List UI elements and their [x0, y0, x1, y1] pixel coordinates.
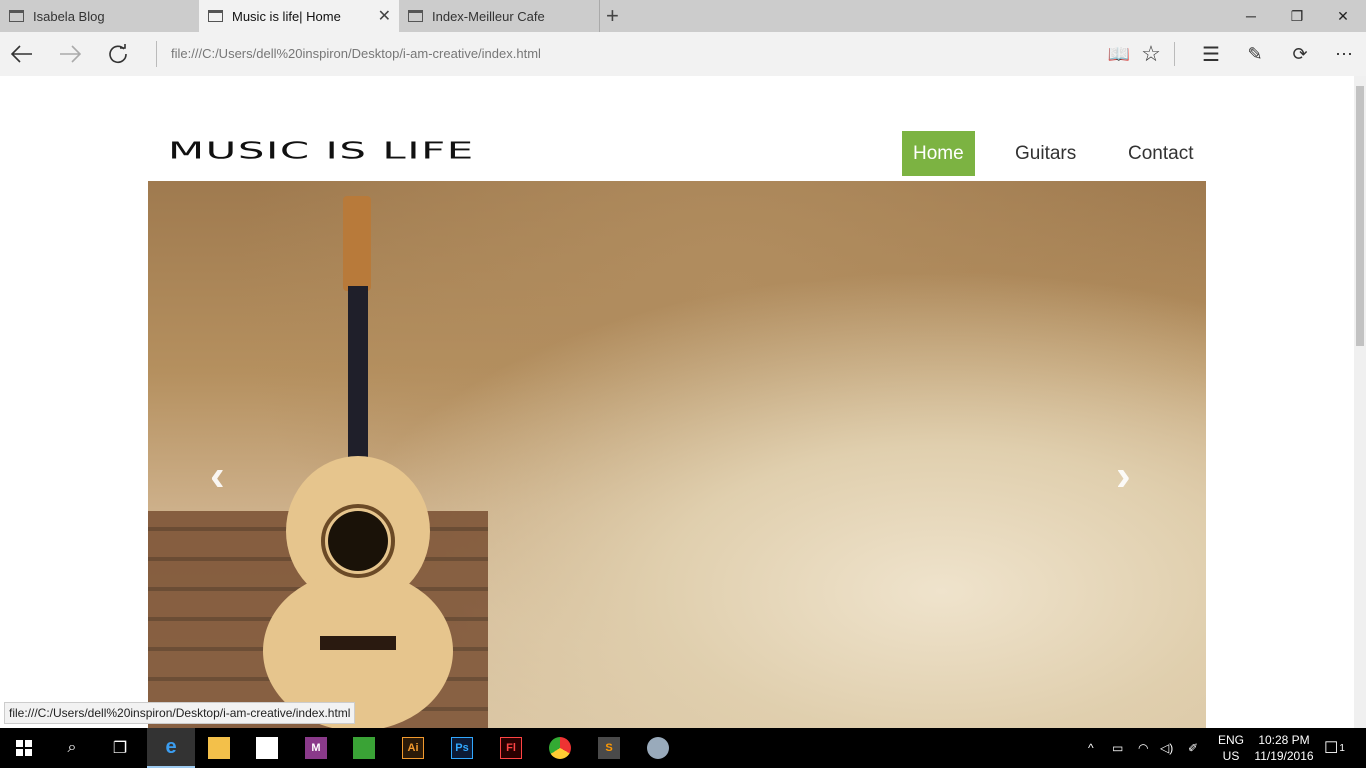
guitar-image: [263, 196, 453, 728]
nav-home[interactable]: Home: [902, 131, 975, 176]
page-icon: [408, 10, 423, 22]
close-window-button[interactable]: ✕: [1320, 0, 1366, 32]
notification-count: 1: [1339, 742, 1345, 754]
web-note-icon[interactable]: ✎: [1233, 32, 1277, 76]
refresh-icon: [109, 44, 127, 64]
web-page: MUSIC IS LIFE Home Guitars Contact ‹ ›: [0, 76, 1354, 728]
paint-icon[interactable]: [634, 728, 682, 768]
page-icon: [9, 10, 24, 22]
pen-icon[interactable]: ✐: [1188, 728, 1198, 768]
malwarebytes-icon[interactable]: M: [292, 728, 340, 768]
file-explorer-icon[interactable]: [195, 728, 243, 768]
tab-meilleur-cafe[interactable]: Index-Meilleur Cafe: [399, 0, 600, 32]
task-view-icon[interactable]: ❐: [96, 728, 144, 768]
new-tab-button[interactable]: +: [606, 3, 619, 29]
scrollbar-thumb[interactable]: [1356, 86, 1364, 346]
tab-title: Index-Meilleur Cafe: [432, 8, 545, 24]
site-logo[interactable]: MUSIC IS LIFE: [168, 138, 475, 164]
chrome-icon[interactable]: [536, 728, 584, 768]
address-bar[interactable]: file:///C:/Users/dell%20inspiron/Desktop…: [156, 41, 1096, 67]
illustrator-icon[interactable]: Ai: [389, 728, 437, 768]
action-center-icon[interactable]: ☐ 1: [1324, 728, 1345, 768]
page-icon: [208, 10, 223, 22]
language-indicator[interactable]: ENG US: [1218, 728, 1244, 768]
battery-icon[interactable]: ▭: [1112, 728, 1123, 768]
forward-button[interactable]: [48, 32, 92, 76]
hub-icon[interactable]: ☰: [1189, 32, 1233, 76]
time-text: 10:28 PM: [1258, 733, 1310, 747]
nav-contact[interactable]: Contact: [1128, 131, 1193, 176]
wifi-icon[interactable]: ◠: [1138, 728, 1148, 768]
restore-button[interactable]: ❐: [1274, 0, 1320, 32]
tab-isabela-blog[interactable]: Isabela Blog: [0, 0, 199, 32]
search-icon[interactable]: ⌕: [48, 728, 96, 768]
minimize-button[interactable]: ─: [1228, 0, 1274, 32]
photoshop-icon[interactable]: Ps: [438, 728, 486, 768]
back-arrow-icon: [11, 45, 32, 63]
camtasia-icon[interactable]: [340, 728, 388, 768]
taskbar: ⌕ ❐ e M Ai Ps Fl S ^ ▭ ◠ ◁) ✐ ENG US 10:…: [0, 728, 1366, 768]
share-icon[interactable]: ⟳: [1278, 32, 1322, 76]
divider: [1174, 42, 1175, 66]
tab-title: Music is life| Home: [232, 8, 341, 24]
notification-icon: ☐: [1324, 740, 1339, 757]
clock[interactable]: 10:28 PM 11/19/2016: [1252, 728, 1316, 768]
tab-music-is-life[interactable]: Music is life| Home ✕: [199, 0, 399, 32]
status-bar-url: file:///C:/Users/dell%20inspiron/Desktop…: [4, 702, 356, 724]
windows-icon: [16, 740, 32, 756]
refresh-button[interactable]: [96, 32, 140, 76]
tab-title: Isabela Blog: [33, 8, 105, 24]
volume-icon[interactable]: ◁): [1160, 728, 1173, 768]
start-button[interactable]: [0, 728, 48, 768]
back-button[interactable]: [0, 32, 44, 76]
edge-icon[interactable]: e: [147, 728, 195, 768]
sublime-text-icon[interactable]: S: [585, 728, 633, 768]
nav-guitars[interactable]: Guitars: [1015, 131, 1076, 176]
tab-bar: Isabela Blog Music is life| Home ✕ Index…: [0, 0, 1366, 32]
region-text: US: [1222, 749, 1240, 763]
more-icon[interactable]: ⋯: [1322, 32, 1366, 76]
scrollbar[interactable]: [1354, 76, 1366, 728]
date-text: 11/19/2016: [1254, 749, 1314, 763]
store-icon[interactable]: [243, 728, 291, 768]
carousel-prev-icon[interactable]: ‹: [210, 451, 225, 501]
close-tab-icon[interactable]: ✕: [378, 6, 391, 26]
favorite-star-icon[interactable]: ☆: [1129, 32, 1173, 76]
show-hidden-icons[interactable]: ^: [1088, 728, 1094, 768]
browser-toolbar: file:///C:/Users/dell%20inspiron/Desktop…: [0, 32, 1366, 76]
flash-icon[interactable]: Fl: [487, 728, 535, 768]
hero-carousel: ‹ ›: [148, 181, 1206, 728]
lang-text: ENG: [1218, 733, 1245, 747]
forward-arrow-icon: [60, 45, 81, 63]
carousel-next-icon[interactable]: ›: [1116, 451, 1131, 501]
